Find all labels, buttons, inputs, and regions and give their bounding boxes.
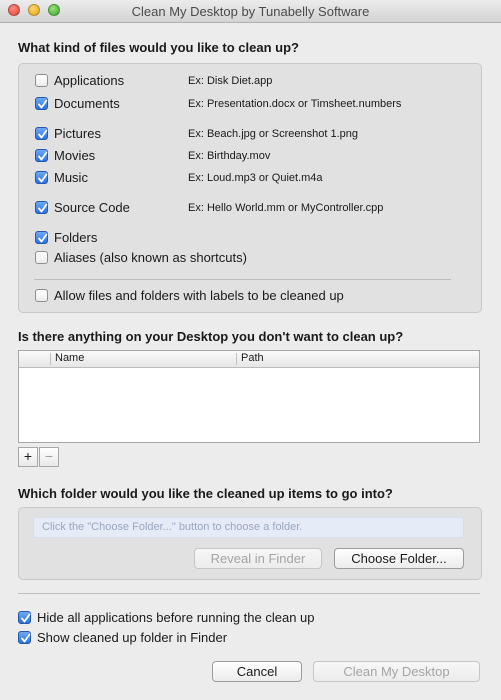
file-type-movies[interactable]: Movies Ex: Birthday.mov bbox=[35, 148, 465, 166]
allow-labels-option[interactable]: Allow files and folders with labels to b… bbox=[35, 288, 465, 306]
show-folder-option[interactable]: Show cleaned up folder in Finder bbox=[18, 630, 478, 648]
remove-exclusion-button[interactable]: − bbox=[39, 447, 59, 467]
documents-checkbox[interactable] bbox=[35, 97, 48, 110]
file-types-group: Applications Ex: Disk Diet.app Documents… bbox=[18, 63, 482, 313]
allow-labels-checkbox[interactable] bbox=[35, 289, 48, 302]
exclusions-table-header: Name Path bbox=[19, 351, 479, 368]
column-header-name[interactable]: Name bbox=[55, 352, 84, 364]
allow-labels-label: Allow files and folders with labels to b… bbox=[54, 288, 344, 303]
clean-my-desktop-button[interactable]: Clean My Desktop bbox=[313, 661, 480, 682]
file-types-separator bbox=[34, 279, 451, 280]
applications-label: Applications bbox=[54, 73, 125, 88]
column-header-path[interactable]: Path bbox=[241, 352, 264, 364]
file-type-source-code[interactable]: Source Code Ex: Hello World.mm or MyCont… bbox=[35, 200, 465, 218]
documents-label: Documents bbox=[54, 96, 120, 111]
source-code-example: Ex: Hello World.mm or MyController.cpp bbox=[188, 202, 384, 214]
cancel-button[interactable]: Cancel bbox=[212, 661, 302, 682]
folders-checkbox[interactable] bbox=[35, 231, 48, 244]
file-type-applications[interactable]: Applications Ex: Disk Diet.app bbox=[35, 73, 465, 91]
exclusions-table[interactable]: Name Path bbox=[18, 350, 480, 443]
column-divider bbox=[236, 353, 237, 365]
file-type-pictures[interactable]: Pictures Ex: Beach.jpg or Screenshot 1.p… bbox=[35, 126, 465, 144]
title-bar: Clean My Desktop by Tunabelly Software bbox=[0, 0, 501, 23]
reveal-in-finder-button[interactable]: Reveal in Finder bbox=[194, 548, 322, 569]
options-separator bbox=[18, 593, 480, 594]
hide-apps-label: Hide all applications before running the… bbox=[37, 610, 315, 625]
aliases-label: Aliases (also known as shortcuts) bbox=[54, 250, 247, 265]
music-label: Music bbox=[54, 170, 88, 185]
choose-folder-button[interactable]: Choose Folder... bbox=[334, 548, 464, 569]
file-type-folders[interactable]: Folders bbox=[35, 230, 465, 248]
aliases-checkbox[interactable] bbox=[35, 251, 48, 264]
file-types-heading: What kind of files would you like to cle… bbox=[18, 40, 299, 55]
movies-example: Ex: Birthday.mov bbox=[188, 150, 271, 162]
destination-folder-field: Click the "Choose Folder..." button to c… bbox=[33, 517, 464, 538]
applications-example: Ex: Disk Diet.app bbox=[188, 75, 273, 87]
show-folder-label: Show cleaned up folder in Finder bbox=[37, 630, 228, 645]
file-type-music[interactable]: Music Ex: Loud.mp3 or Quiet.m4a bbox=[35, 170, 465, 188]
pictures-checkbox[interactable] bbox=[35, 127, 48, 140]
add-exclusion-button[interactable]: + bbox=[18, 447, 38, 467]
exclusions-heading: Is there anything on your Desktop you do… bbox=[18, 329, 404, 344]
pictures-label: Pictures bbox=[54, 126, 101, 141]
music-example: Ex: Loud.mp3 or Quiet.m4a bbox=[188, 172, 323, 184]
column-divider bbox=[50, 353, 51, 365]
applications-checkbox[interactable] bbox=[35, 74, 48, 87]
source-code-checkbox[interactable] bbox=[35, 201, 48, 214]
documents-example: Ex: Presentation.docx or Timsheet.number… bbox=[188, 98, 402, 110]
movies-label: Movies bbox=[54, 148, 96, 163]
hide-apps-option[interactable]: Hide all applications before running the… bbox=[18, 610, 478, 628]
file-type-aliases[interactable]: Aliases (also known as shortcuts) bbox=[35, 250, 465, 268]
show-folder-checkbox[interactable] bbox=[18, 631, 31, 644]
music-checkbox[interactable] bbox=[35, 171, 48, 184]
destination-heading: Which folder would you like the cleaned … bbox=[18, 486, 393, 501]
movies-checkbox[interactable] bbox=[35, 149, 48, 162]
window-title: Clean My Desktop by Tunabelly Software bbox=[131, 4, 370, 19]
folders-label: Folders bbox=[54, 230, 98, 245]
pictures-example: Ex: Beach.jpg or Screenshot 1.png bbox=[188, 128, 358, 140]
source-code-label: Source Code bbox=[54, 200, 130, 215]
file-type-documents[interactable]: Documents Ex: Presentation.docx or Timsh… bbox=[35, 96, 465, 114]
hide-apps-checkbox[interactable] bbox=[18, 611, 31, 624]
